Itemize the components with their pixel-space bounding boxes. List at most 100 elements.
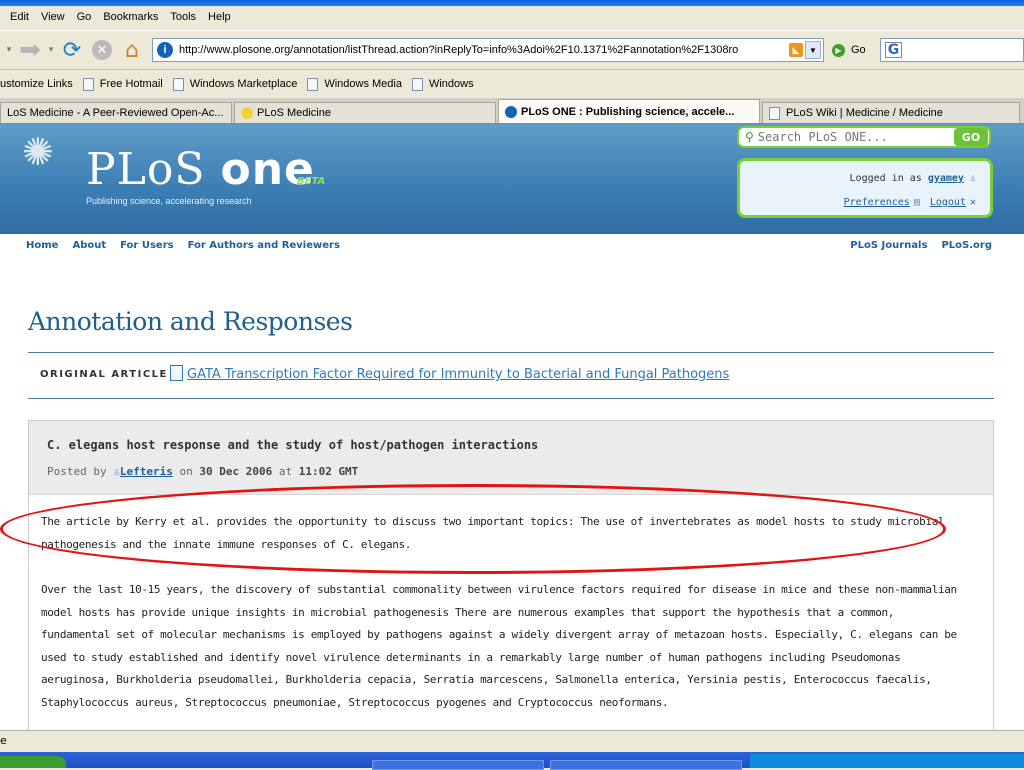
annotation-paragraph-1: The article by Kerry et al. provides the… (41, 511, 981, 556)
link-windows-marketplace[interactable]: Windows Marketplace (172, 77, 298, 91)
tab-plos-medicine[interactable]: PLoS Medicine (234, 102, 496, 123)
search-go-button[interactable]: GO (954, 128, 988, 146)
site-search: ⚲ Search PLoS ONE... GO (737, 126, 991, 148)
link-windows-media[interactable]: Windows Media (307, 77, 402, 91)
nav-about[interactable]: About (72, 240, 106, 251)
paragraph-line: pathogenesis and the innate immune respo… (41, 537, 412, 551)
start-button[interactable] (0, 756, 66, 768)
status-text: e (0, 734, 7, 747)
tab-label: PLoS Wiki | Medicine / Medicine (786, 107, 943, 119)
forward-button[interactable]: ➡ (18, 35, 42, 65)
logo-one-text: one (220, 144, 315, 195)
link-windows-label: Windows (428, 78, 474, 90)
back-dropdown-icon[interactable]: ▾ (4, 38, 14, 62)
home-button[interactable]: ⌂ (120, 38, 144, 63)
link-free-hotmail[interactable]: Free Hotmail (82, 77, 163, 91)
thread-header: C. elegans host response and the study o… (29, 421, 993, 495)
forward-dropdown-icon[interactable]: ▾ (46, 38, 56, 62)
document-icon (170, 365, 183, 381)
tab-label: LoS Medicine - A Peer-Reviewed Open-Ac..… (7, 107, 224, 119)
tab-plos-medicine-peer-reviewed[interactable]: LoS Medicine - A Peer-Reviewed Open-Ac..… (0, 102, 232, 123)
stop-button[interactable]: ✕ (92, 40, 112, 60)
go-arrow-icon: ▶ (832, 43, 845, 57)
site-tagline: Publishing science, accelerating researc… (86, 196, 252, 206)
paragraph-line: fundamental set of molecular mechanisms … (41, 628, 957, 641)
user-icon: ♙ (113, 465, 120, 478)
url-history-dropdown-icon[interactable]: ▼ (805, 41, 821, 59)
paragraph-line: model hosts has provide unique insights … (41, 605, 895, 619)
link-windows[interactable]: Windows (411, 77, 474, 91)
account-links: Preferences ▤ Logout ✕ (844, 197, 976, 208)
preferences-link[interactable]: Preferences (844, 197, 910, 208)
link-customize[interactable]: ustomize Links (0, 78, 73, 90)
status-bar: e (0, 730, 1024, 753)
site-nav: Home About For Users For Authors and Rev… (0, 240, 1024, 258)
google-search-box[interactable]: G (879, 38, 1024, 62)
author-link[interactable]: Lefteris (120, 465, 173, 478)
menu-view[interactable]: View (41, 11, 65, 23)
logout-link[interactable]: Logout (930, 197, 966, 208)
navigation-toolbar: ▾ ➡ ▾ ⟳ ✕ ⌂ i http://www.plosone.org/ann… (0, 30, 1024, 70)
paragraph-line: aeruginosa, Burkholderia pseudomallei, B… (41, 673, 932, 686)
username-link[interactable]: gyamey (928, 173, 964, 184)
menu-edit[interactable]: Edit (10, 11, 29, 23)
user-icon: ♙ (969, 173, 976, 184)
taskbar-item[interactable] (372, 760, 544, 770)
menu-bookmarks[interactable]: Bookmarks (103, 11, 158, 23)
plos-medicine-favicon-icon (241, 107, 253, 119)
logo-plos-text: PLoS (86, 144, 206, 195)
annotation-thread: C. elegans host response and the study o… (28, 420, 994, 730)
paragraph-line: Staphylococcus aureus, Streptococcus pne… (41, 695, 669, 709)
taskbar-item[interactable] (550, 760, 742, 770)
windows-taskbar (0, 752, 1024, 770)
nav-plos-org[interactable]: PLoS.org (941, 240, 992, 251)
page-title: Annotation and Responses (28, 307, 353, 336)
original-article-link[interactable]: GATA Transcription Factor Required for I… (187, 367, 729, 382)
nav-for-users[interactable]: For Users (120, 240, 173, 251)
site-favicon-icon: i (157, 42, 173, 58)
search-icon: ⚲ (745, 130, 754, 144)
posted-by-label: Posted by (47, 465, 107, 478)
tab-label: PLoS Medicine (257, 107, 331, 119)
go-button[interactable]: ▶ Go (832, 43, 866, 57)
paragraph-line: The article by Kerry et al. provides the… (41, 515, 945, 528)
tab-plos-one[interactable]: PLoS ONE : Publishing science, accele... (498, 99, 760, 123)
link-customize-label: ustomize Links (0, 78, 73, 90)
nav-plos-journals[interactable]: PLoS Journals (850, 240, 927, 251)
page-icon (411, 77, 423, 91)
original-article-label: ORIGINAL ARTICLE (40, 369, 168, 380)
page-icon (82, 77, 94, 91)
posted-info: Posted by ♙Lefteris on 30 Dec 2006 at 11… (47, 465, 358, 478)
link-free-hotmail-label: Free Hotmail (99, 78, 163, 90)
preferences-icon: ▤ (913, 197, 920, 208)
page-icon (307, 77, 319, 91)
page-content: ✺ PLoS one BETA Publishing science, acce… (0, 124, 1024, 730)
nav-for-authors[interactable]: For Authors and Reviewers (188, 240, 340, 251)
system-tray (750, 754, 1024, 768)
menu-help[interactable]: Help (208, 11, 231, 23)
logged-in-label: Logged in as (849, 173, 922, 184)
close-icon: ✕ (969, 197, 976, 208)
reload-button[interactable]: ⟳ (60, 38, 84, 63)
posted-on-label: on (179, 465, 193, 478)
search-input[interactable]: Search PLoS ONE... (758, 130, 954, 144)
tab-label: PLoS ONE : Publishing science, accele... (521, 105, 735, 118)
beta-badge: BETA (297, 176, 326, 187)
post-time: 11:02 GMT (298, 465, 359, 478)
menu-tools[interactable]: Tools (170, 11, 196, 23)
divider (28, 352, 994, 353)
post-date: 30 Dec 2006 (199, 465, 273, 478)
links-toolbar: ustomize Links Free Hotmail Windows Mark… (0, 72, 1024, 96)
menu-go[interactable]: Go (77, 11, 92, 23)
site-logo[interactable]: PLoS one (86, 144, 315, 195)
rss-feed-icon[interactable]: ◣ (789, 43, 803, 57)
login-box: Logged in as gyamey ♙ Preferences ▤ Logou… (737, 158, 993, 218)
url-bar[interactable]: i http://www.plosone.org/annotation/list… (152, 38, 824, 62)
page-icon (769, 106, 780, 120)
tab-plos-wiki[interactable]: PLoS Wiki | Medicine / Medicine (762, 102, 1020, 123)
link-windows-marketplace-label: Windows Marketplace (189, 78, 298, 90)
posted-at-label: at (278, 465, 293, 478)
nav-home[interactable]: Home (26, 240, 58, 251)
url-text[interactable]: http://www.plosone.org/annotation/listTh… (179, 44, 789, 56)
thread-title: C. elegans host response and the study o… (47, 438, 539, 452)
